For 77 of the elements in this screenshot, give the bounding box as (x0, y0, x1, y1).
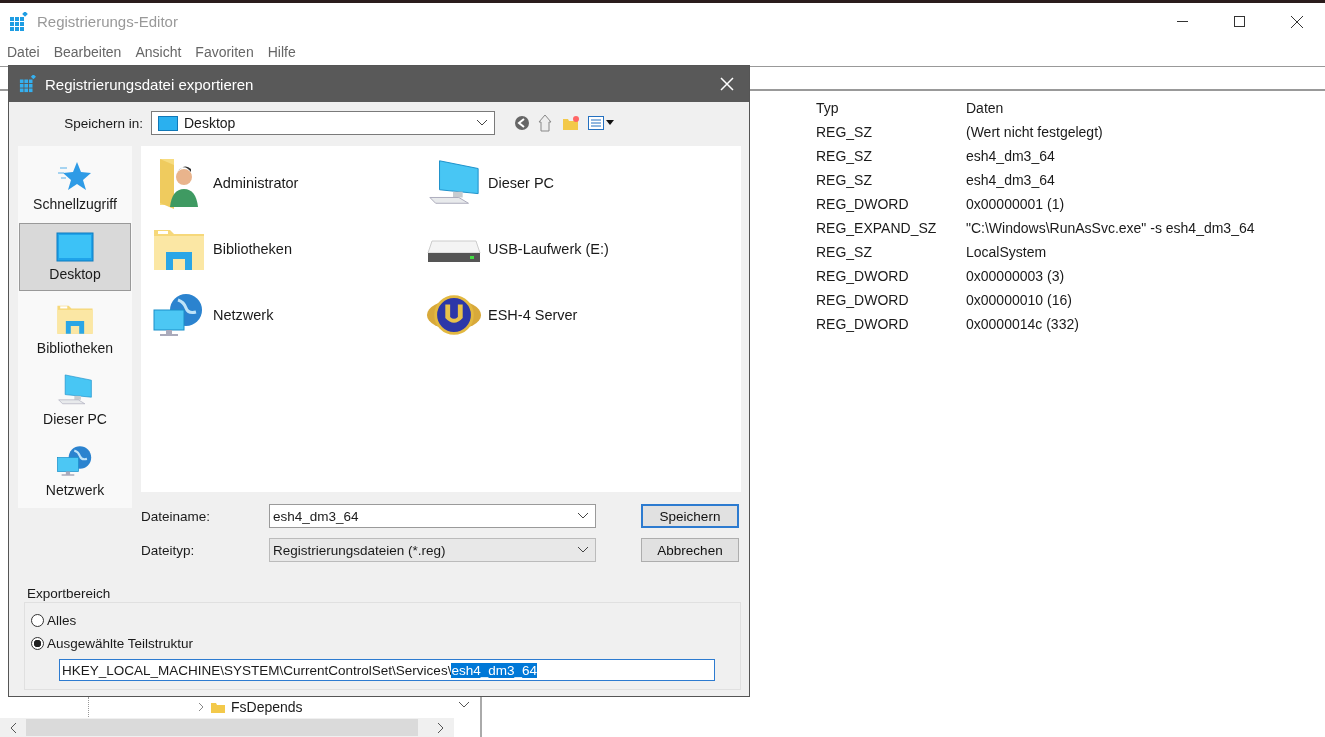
table-cell-text: REG_SZ (816, 172, 873, 188)
field-label: Speichern in: (63, 115, 144, 131)
desktop-icon (56, 232, 94, 263)
filename-field[interactable]: esh4_dm3_64 (269, 504, 596, 528)
folder-icon (211, 701, 225, 713)
registry-icon (9, 11, 29, 32)
maximize-icon (1234, 16, 1245, 27)
place-item[interactable]: Bibliotheken (19, 294, 131, 363)
filetype-dropdown[interactable]: Registrierungsdateien (*.reg) (269, 538, 596, 562)
desktop-icon (158, 115, 178, 131)
radio-button[interactable] (31, 637, 44, 650)
table-cell-text: REG_EXPAND_SZ (816, 220, 938, 236)
table-cell: 0x00000003 (3) (966, 268, 1065, 284)
table-cell: esh4_dm3_64 (966, 172, 1055, 188)
table-cell-text: REG_SZ (816, 244, 873, 260)
table-cell-text: REG_SZ (816, 124, 873, 140)
close-icon (720, 77, 734, 91)
table-cell-text: REG_SZ (816, 148, 873, 164)
up-folder-icon[interactable] (538, 114, 554, 132)
horizontal-scrollbar[interactable] (0, 718, 454, 737)
caret-icon (577, 512, 589, 520)
registry-icon (19, 75, 37, 93)
table-cell-text: REG_DWORD (816, 316, 910, 332)
key-path-field[interactable]: HKEY_LOCAL_MACHINE\SYSTEM\CurrentControlSet\Services\esh4_dm3_64 (59, 659, 715, 681)
field-label: Dateiname: (141, 508, 212, 524)
radio-button[interactable] (31, 614, 44, 627)
menu-item[interactable]: Favoriten (195, 44, 254, 60)
place-item[interactable]: Netzwerk (19, 436, 131, 505)
chevron-icon[interactable] (197, 702, 205, 712)
table-cell-text: REG_DWORD (816, 196, 910, 212)
file-item[interactable]: Netzwerk (213, 307, 274, 323)
file-item[interactable]: USB-Laufwerk (E:) (488, 241, 609, 257)
file-item[interactable]: ESH-4 Server (488, 307, 578, 323)
menu-item[interactable]: Bearbeiten (53, 44, 122, 60)
menu-item[interactable]: Ansicht (135, 44, 182, 60)
file-item[interactable]: Bibliotheken (213, 241, 292, 257)
back-icon[interactable] (514, 115, 530, 131)
column-header[interactable]: Daten (966, 100, 1004, 116)
column-header[interactable]: Typ (816, 100, 966, 116)
scroll-down-icon[interactable] (458, 701, 470, 709)
field-label: Dateityp: (141, 542, 196, 558)
table-cell: (Wert nicht festgelegt) (966, 124, 1103, 140)
save-button[interactable]: Speichern (641, 504, 739, 528)
place-item[interactable]: Desktop (19, 223, 131, 292)
new-folder-icon[interactable] (562, 115, 580, 131)
place-item[interactable]: Schnellzugriff (19, 152, 131, 221)
view-menu-icon[interactable] (588, 116, 614, 130)
scroll-left-icon[interactable] (8, 721, 18, 734)
caret-icon (476, 119, 488, 127)
table-cell: esh4_dm3_64 (966, 148, 1055, 164)
location-dropdown[interactable]: Desktop (151, 111, 495, 135)
file-item[interactable]: Dieser PC (488, 175, 555, 191)
caret-icon (577, 546, 589, 554)
table-cell: 0x00000001 (1) (966, 196, 1065, 212)
group-title: Exportbereich (27, 586, 112, 601)
option-label[interactable]: Alles (47, 613, 77, 628)
table-cell: 0x0000014c (332) (966, 316, 1079, 332)
server-logo-icon (426, 292, 482, 338)
table-cell: LocalSystem (966, 244, 1047, 260)
file-item[interactable]: Administrator (213, 175, 299, 191)
place-item[interactable]: Dieser PC (19, 365, 131, 434)
computer-icon (56, 372, 94, 407)
close-icon (1290, 15, 1303, 28)
table-cell: 0x00000010 (16) (966, 292, 1072, 308)
menu-item[interactable]: Datei (7, 44, 40, 60)
cancel-button[interactable]: Abbrechen (641, 538, 739, 562)
network-computer-icon (56, 443, 94, 478)
table-cell: "C:\Windows\RunAsSvc.exe" -s esh4_dm3_64 (966, 220, 1255, 236)
tree-item[interactable]: FsDepends (231, 699, 303, 715)
table-cell-text: REG_DWORD (816, 268, 910, 284)
dialog-title: Registrierungsdatei exportieren (45, 75, 254, 93)
table-cell-text: REG_DWORD (816, 292, 910, 308)
option-label[interactable]: Ausgewählte Teilstruktur (47, 636, 194, 651)
menu-item[interactable]: Hilfe (267, 44, 296, 60)
window-title: Registrierungs-Editor (37, 13, 178, 30)
scroll-right-icon[interactable] (436, 721, 446, 734)
star-icon (58, 160, 92, 193)
